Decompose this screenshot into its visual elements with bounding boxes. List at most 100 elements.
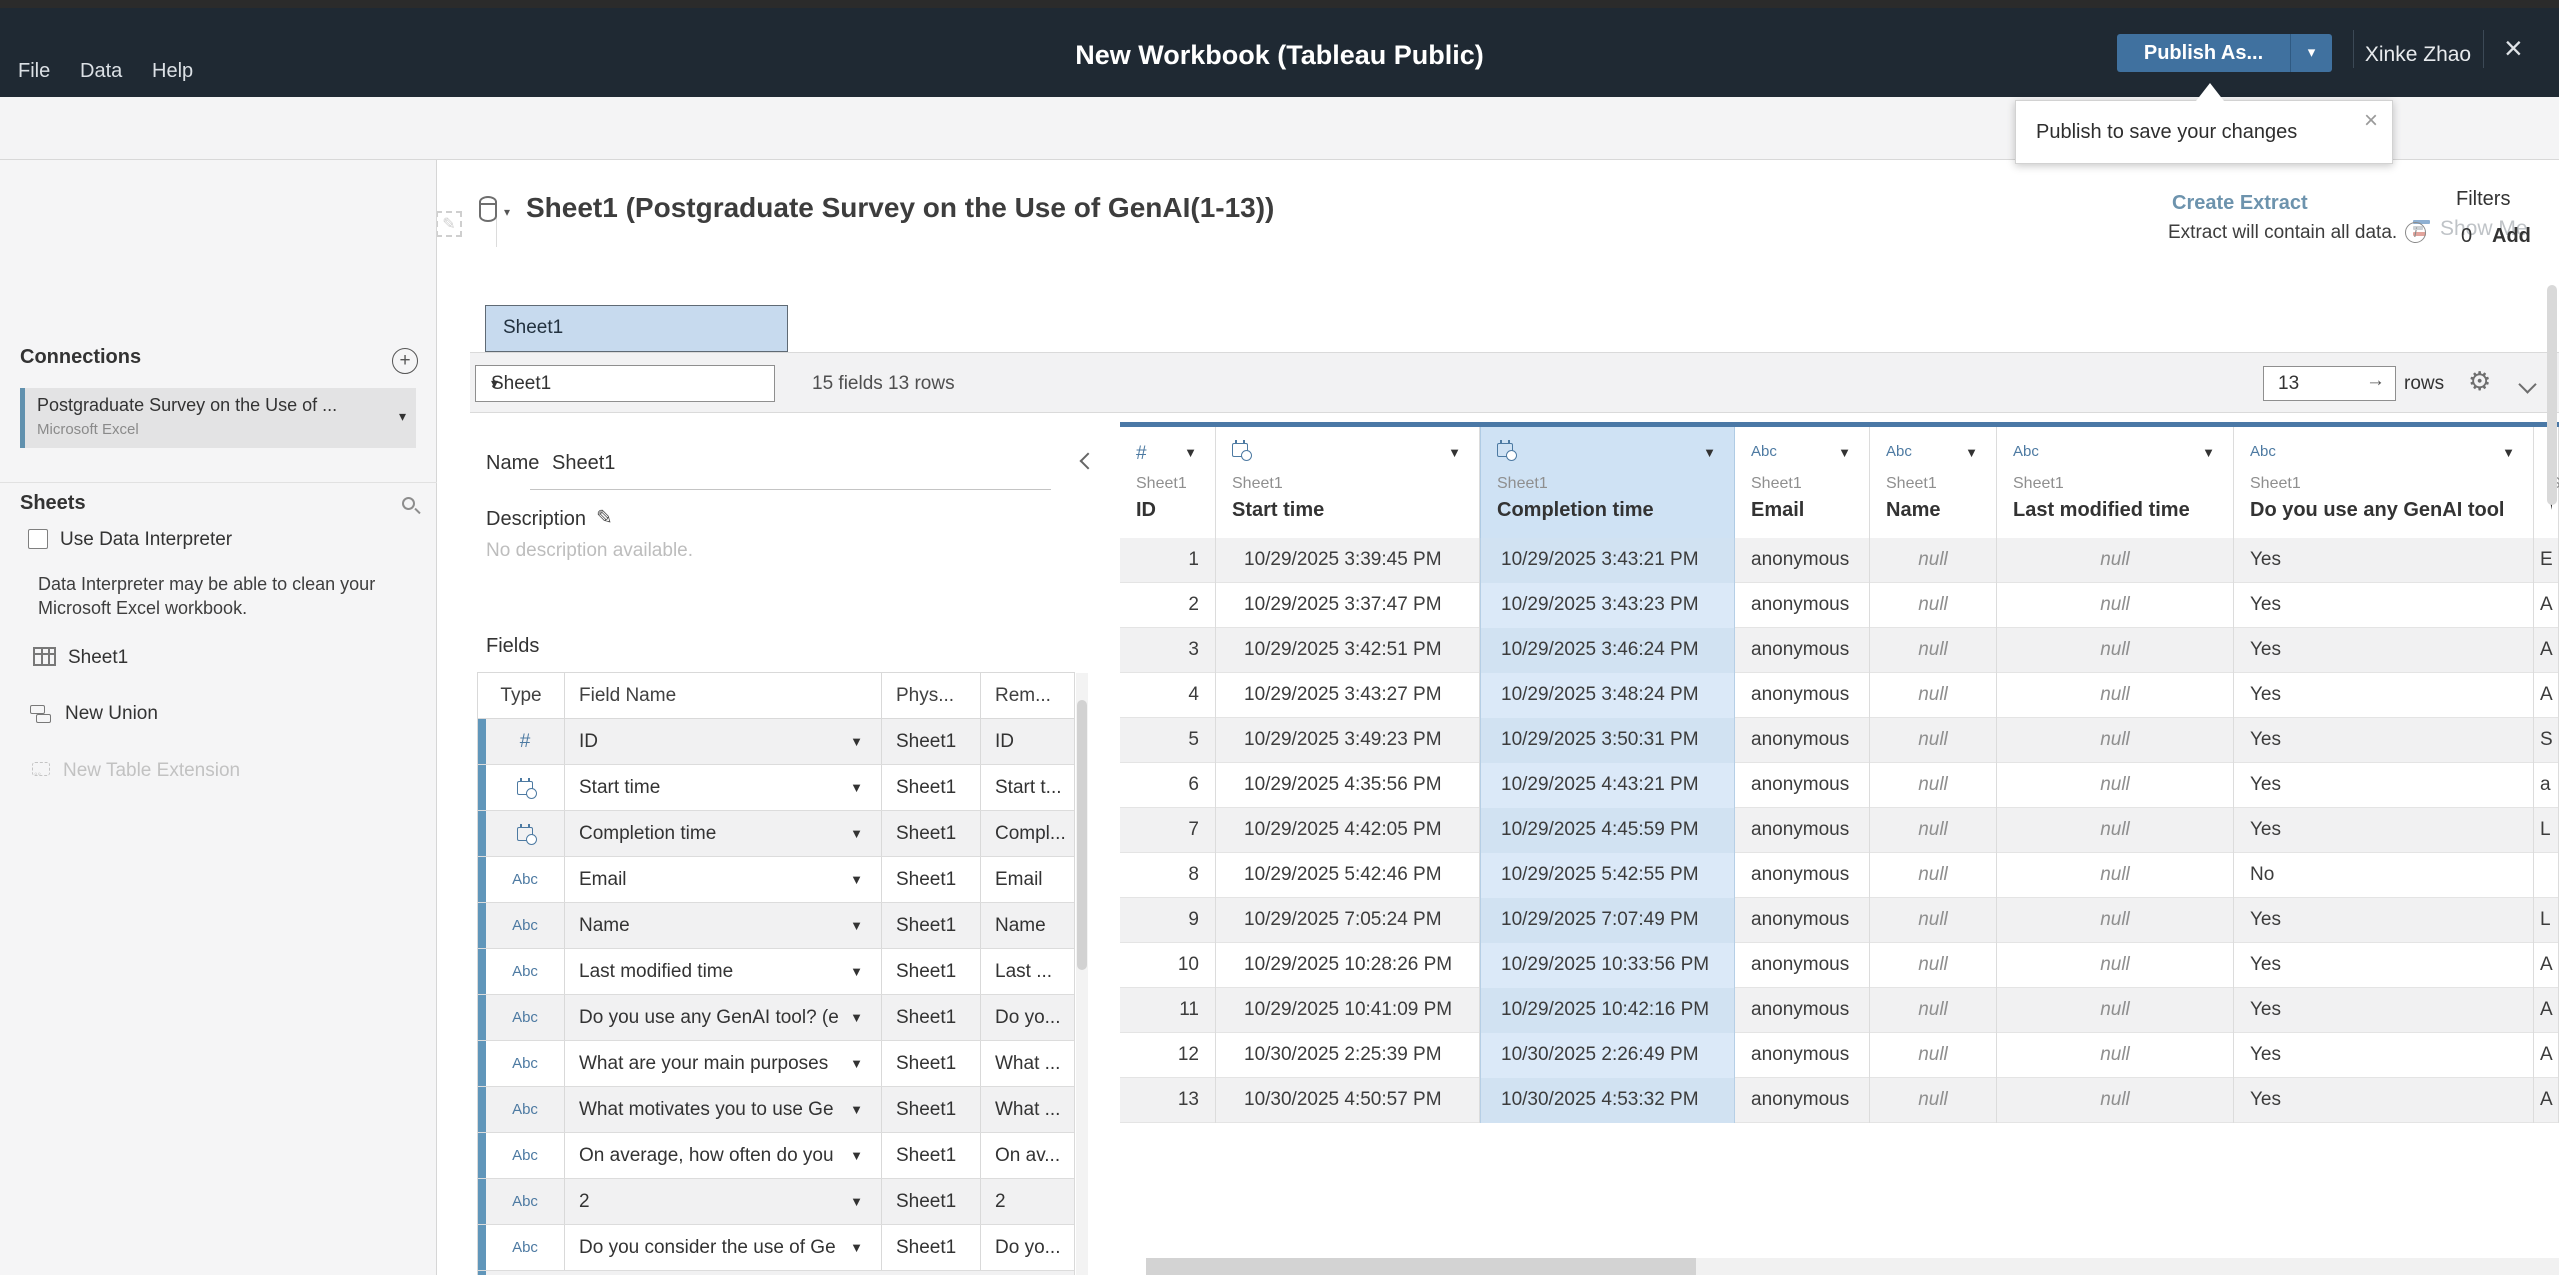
fields-table-row[interactable]: AbcLast modified time▼Sheet1Last ... <box>478 949 1074 995</box>
fields-table-row[interactable]: AbcWhat motivates you to use Ge▼Sheet1Wh… <box>478 1087 1074 1133</box>
grid-row: 910/29/2025 7:05:24 PM10/29/2025 7:07:49… <box>1120 898 2559 943</box>
sidebar-item-sheet1[interactable]: Sheet1 <box>68 647 128 669</box>
grid-column-header[interactable]: ▼Sheet1Completion time <box>1480 427 1735 538</box>
fields-table-row[interactable]: AbcEmail▼Sheet1Email <box>478 857 1074 903</box>
grid-cell: 10/29/2025 3:43:23 PM <box>1480 583 1735 628</box>
column-menu-caret[interactable]: ▼ <box>1703 445 1716 460</box>
grid-column-header[interactable]: ▼AbcSheet1Last modified time <box>1997 427 2234 538</box>
field-name-cell[interactable]: Do you consider the use of Ge▼ <box>565 1225 882 1270</box>
grid-cell: A <box>2534 583 2559 628</box>
gear-icon[interactable]: ⚙ <box>2468 366 2491 397</box>
fields-table-row[interactable]: Abc2▼Sheet12 <box>478 1179 1074 1225</box>
field-menu-caret[interactable]: ▼ <box>850 811 863 856</box>
grid-cell: 10/29/2025 3:46:24 PM <box>1480 628 1735 673</box>
fields-table-row[interactable]: AbcDo you consider the use of Ge▼Sheet1D… <box>478 1225 1074 1271</box>
grid-cell: 10/29/2025 3:42:51 PM <box>1216 628 1480 673</box>
user-name[interactable]: Xinke Zhao <box>2362 43 2474 67</box>
grid-column-header[interactable]: ▼AbcSheet1Email <box>1735 427 1870 538</box>
tab-sheet1[interactable]: Sheet1 <box>485 305 788 352</box>
tableau-public-window: File Data Help New Workbook (Tableau Pub… <box>0 0 2559 1275</box>
grid-column-header[interactable]: ▼AbcSheet1Name <box>1870 427 1997 538</box>
field-menu-caret[interactable]: ▼ <box>850 995 863 1040</box>
fields-table-row[interactable]: AbcOn average, how often do you▼Sheet1On… <box>478 1133 1074 1179</box>
menu-file[interactable]: File <box>18 60 50 83</box>
add-filter-link[interactable]: Add <box>2492 225 2531 248</box>
menu-help[interactable]: Help <box>152 60 193 83</box>
field-menu-caret[interactable]: ▼ <box>850 765 863 810</box>
datasource-title[interactable]: Sheet1 (Postgraduate Survey on the Use o… <box>526 192 1274 224</box>
field-name-cell[interactable]: ID▼ <box>565 719 882 764</box>
field-name-cell[interactable]: 2▼ <box>565 1179 882 1224</box>
field-menu-caret[interactable]: ▼ <box>850 1133 863 1178</box>
field-menu-caret[interactable]: ▼ <box>850 1087 863 1132</box>
close-icon[interactable]: × <box>2504 30 2523 66</box>
field-name-cell[interactable]: On average, how often do you▼ <box>565 1133 882 1178</box>
connection-caret[interactable]: ▾ <box>399 408 406 425</box>
column-menu-caret[interactable]: ▼ <box>2502 445 2515 460</box>
field-name-cell[interactable]: Do you use any GenAI tool? (e▼ <box>565 995 882 1040</box>
field-selected-accent <box>478 995 486 1040</box>
edit-description-icon[interactable]: ✎ <box>596 505 613 530</box>
horizontal-scrollbar-thumb[interactable] <box>1146 1258 1696 1275</box>
toast-close-icon[interactable]: × <box>2364 107 2378 135</box>
fields-table-row[interactable]: AbcWhat are your main purposes▼Sheet1Wha… <box>478 1041 1074 1087</box>
grid-column-header[interactable]: ▼Sheet1Start time <box>1216 427 1480 538</box>
menu-data[interactable]: Data <box>80 60 122 83</box>
field-name-cell[interactable]: Email▼ <box>565 857 882 902</box>
grid-cell: null <box>1997 763 2234 808</box>
field-menu-caret[interactable]: ▼ <box>850 949 863 994</box>
tab-sheet1-label: Sheet1 <box>503 317 563 339</box>
column-menu-caret[interactable]: ▼ <box>1184 445 1197 460</box>
add-connection-icon[interactable]: + <box>392 348 418 374</box>
publish-as-button[interactable]: Publish As... ▾ <box>2117 34 2332 72</box>
field-menu-caret[interactable]: ▼ <box>850 1179 863 1224</box>
number-icon: # <box>520 719 531 764</box>
column-menu-caret[interactable]: ▼ <box>1965 445 1978 460</box>
grid-column-header[interactable]: ▼AbcSheet1Do you use any GenAI tool <box>2234 427 2534 538</box>
grid-cell: null <box>1997 583 2234 628</box>
search-icon[interactable] <box>402 497 415 510</box>
field-name-cell[interactable]: What are your main purposes▼ <box>565 1041 882 1086</box>
rows-apply-arrow-icon[interactable]: → <box>2366 370 2385 392</box>
fields-table-row[interactable]: Completion time▼Sheet1Compl... <box>478 811 1074 857</box>
info-icon[interactable]: i <box>2405 222 2426 243</box>
sidebar-item-new-union[interactable]: New Union <box>65 703 158 725</box>
field-menu-caret[interactable]: ▼ <box>850 857 863 902</box>
field-menu-caret[interactable]: ▼ <box>850 1225 863 1270</box>
fields-scrollbar-thumb[interactable] <box>1077 700 1087 970</box>
grid-cell: A <box>2534 1078 2559 1123</box>
column-menu-caret[interactable]: ▼ <box>2202 445 2215 460</box>
grid-column-header[interactable]: ▼#Sheet1ID <box>1120 427 1216 538</box>
fields-col-type: Type <box>478 673 565 718</box>
field-name-cell[interactable]: What motivates you to use Ge▼ <box>565 1087 882 1132</box>
column-source: Sheet1 <box>1136 475 1187 493</box>
connection-item[interactable]: Postgraduate Survey on the Use of ... Mi… <box>20 388 416 448</box>
name-value[interactable]: Sheet1 <box>552 452 615 475</box>
column-type <box>1497 443 1513 462</box>
fields-table-row[interactable]: Start time▼Sheet1Start t... <box>478 765 1074 811</box>
field-menu-caret[interactable]: ▼ <box>850 719 863 764</box>
fields-table-row[interactable]: #ID▼Sheet1ID <box>478 719 1074 765</box>
field-menu-caret[interactable]: ▼ <box>850 903 863 948</box>
datasource-caret[interactable]: ▾ <box>504 205 510 219</box>
column-name: Start time <box>1232 499 1473 522</box>
field-name-cell[interactable]: Completion time▼ <box>565 811 882 856</box>
grid-cell: A <box>2534 1033 2559 1078</box>
publish-dropdown-caret[interactable]: ▾ <box>2290 34 2332 72</box>
fields-table-row[interactable]: AbcDo you use any GenAI tool? (e▼Sheet1D… <box>478 995 1074 1041</box>
field-menu-caret[interactable]: ▼ <box>850 1041 863 1086</box>
column-menu-caret[interactable]: ▼ <box>1838 445 1851 460</box>
grid-cell: 10/29/2025 4:42:05 PM <box>1216 808 1480 853</box>
datasource-icon <box>479 196 497 222</box>
field-name-cell[interactable]: Last modified time▼ <box>565 949 882 994</box>
collapse-panel-icon[interactable] <box>1080 453 1097 470</box>
field-name-cell[interactable]: Start time▼ <box>565 765 882 810</box>
fields-table-row[interactable]: AbcName▼Sheet1Name <box>478 903 1074 949</box>
field-name-cell[interactable]: Name▼ <box>565 903 882 948</box>
column-menu-caret[interactable]: ▼ <box>1448 445 1461 460</box>
sheet-selector-dropdown[interactable]: Sheet1 ▾ <box>475 365 775 402</box>
vertical-scrollbar-thumb[interactable] <box>2547 285 2557 505</box>
grid-cell: null <box>1870 1033 1997 1078</box>
use-data-interpreter-checkbox[interactable] <box>28 529 48 549</box>
create-extract-link[interactable]: Create Extract <box>2172 192 2308 215</box>
